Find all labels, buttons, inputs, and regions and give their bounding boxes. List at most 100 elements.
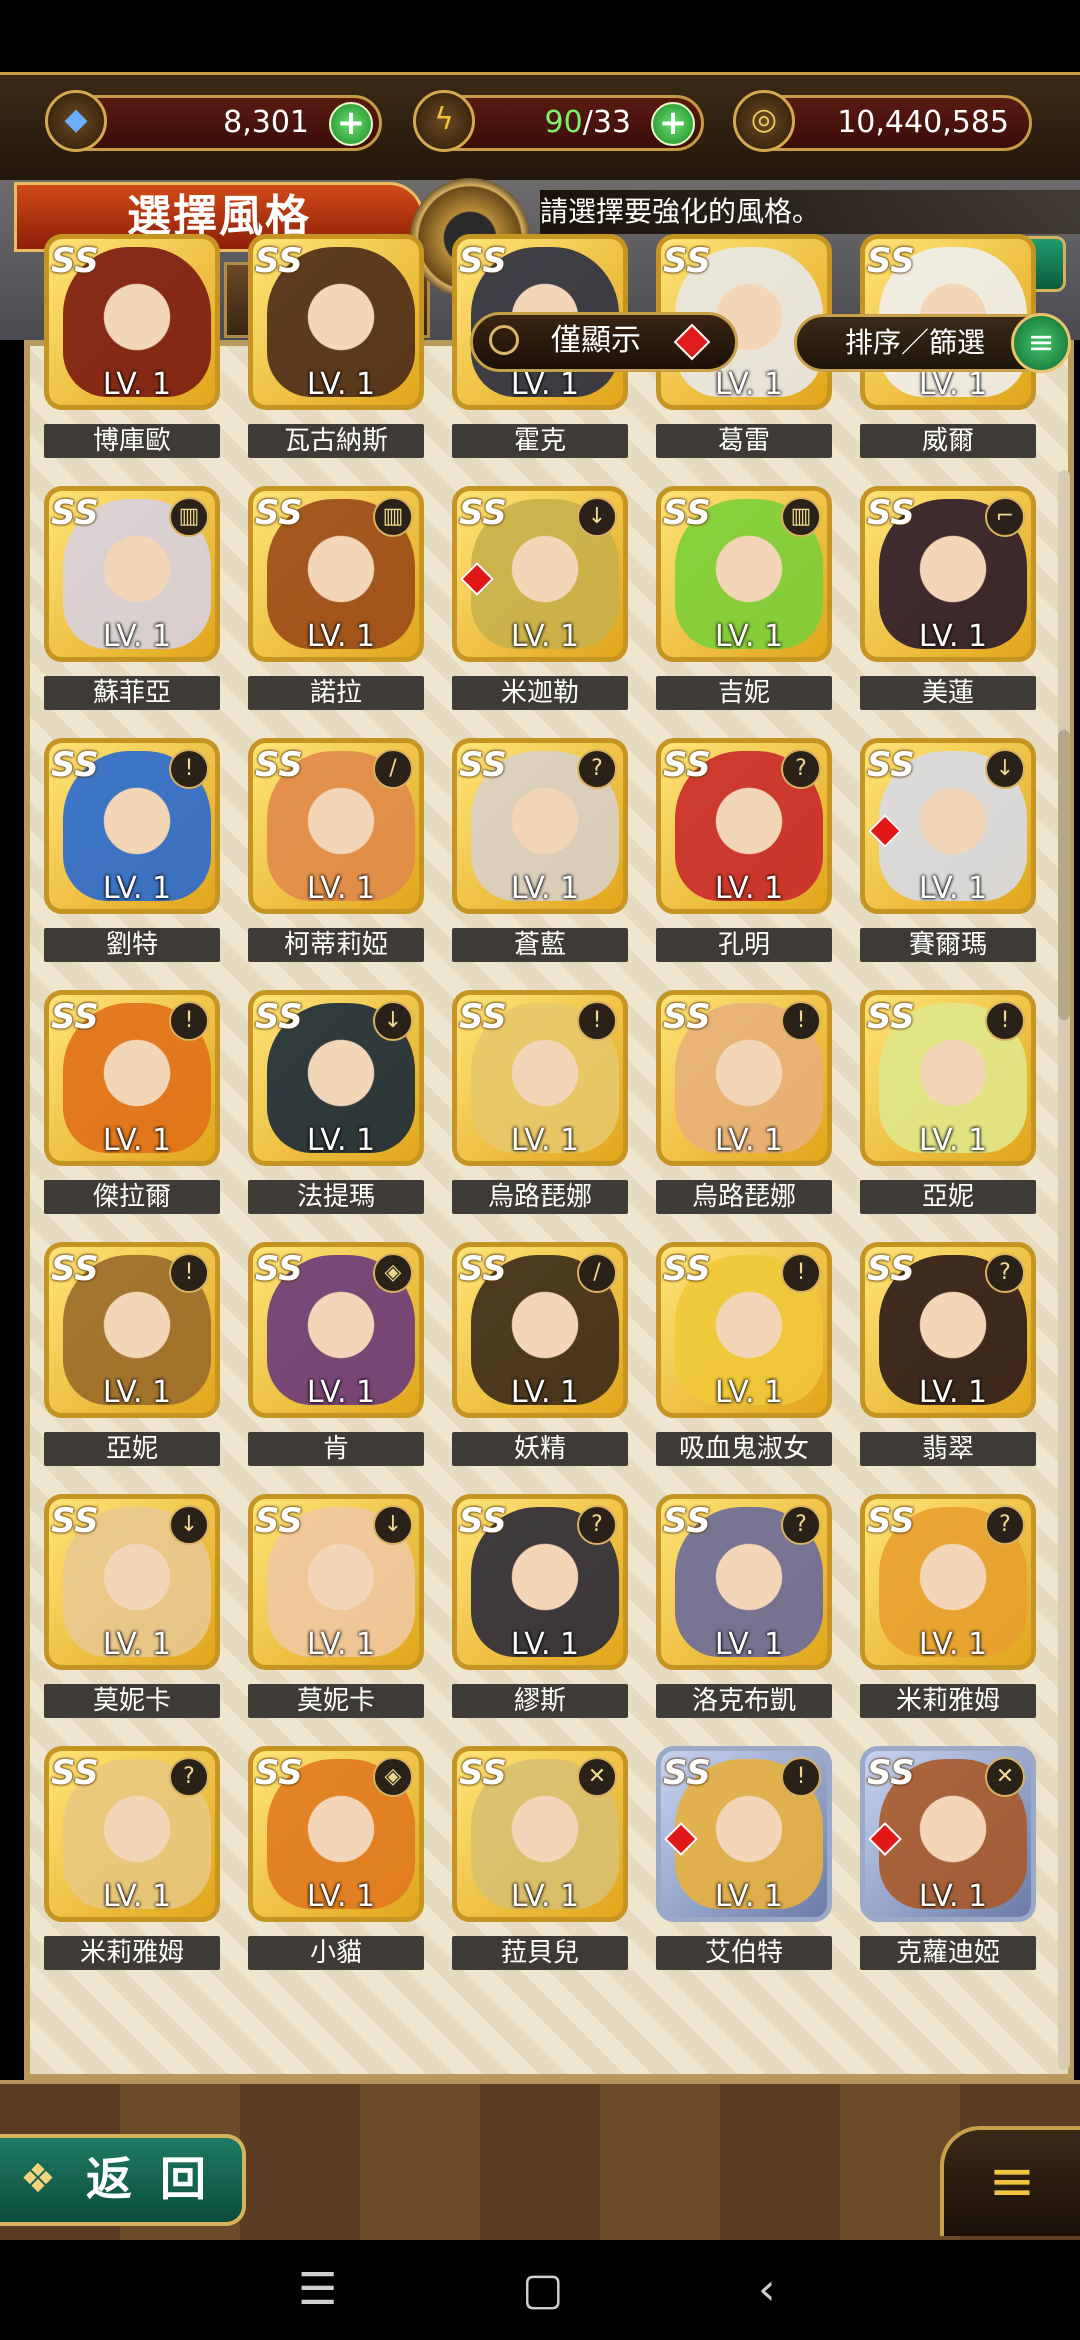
character-portrait[interactable]: SS? LV. 1 xyxy=(44,1746,220,1922)
gem-counter: ◆ 8,301 + xyxy=(45,90,382,152)
level-label: LV. 1 xyxy=(510,1375,580,1410)
rank-badge: SS xyxy=(867,493,915,533)
character-portrait[interactable]: SS ▥ LV. 1 xyxy=(44,486,220,662)
add-gems-button[interactable]: + xyxy=(329,102,373,146)
rank-badge: SS xyxy=(459,745,507,785)
character-portrait[interactable]: SS LV. 1 xyxy=(44,234,220,410)
character-name: 菈貝兒 xyxy=(452,1936,628,1970)
radio-ring-icon xyxy=(489,325,519,355)
rank-badge: SS xyxy=(867,745,915,785)
character-portrait[interactable]: SS! LV. 1 xyxy=(860,990,1036,1166)
rank-badge: SS xyxy=(255,1753,303,1793)
character-portrait[interactable]: SS / LV. 1 xyxy=(452,1242,628,1418)
character-portrait[interactable]: SS ↓ LV. 1 xyxy=(860,738,1036,914)
weapon-class-icon: / xyxy=(577,1253,617,1293)
character-portrait[interactable]: SS! LV. 1 xyxy=(44,1242,220,1418)
level-label: LV. 1 xyxy=(306,871,376,906)
rank-badge: SS xyxy=(867,1753,915,1793)
character-portrait[interactable]: SS LV. 1 xyxy=(248,234,424,410)
character-portrait[interactable]: SS? LV. 1 xyxy=(452,1494,628,1670)
weapon-class-icon: ✕ xyxy=(577,1757,617,1797)
level-label: LV. 1 xyxy=(714,1879,784,1914)
level-label: LV. 1 xyxy=(714,1123,784,1158)
character-portrait[interactable]: SS ↓ LV. 1 xyxy=(248,1494,424,1670)
only-show-filter[interactable]: 僅顯示 xyxy=(470,312,738,372)
character-name: 傑拉爾 xyxy=(44,1180,220,1214)
character-name: 克蘿迪婭 xyxy=(860,1936,1036,1970)
level-label: LV. 1 xyxy=(510,619,580,654)
instruction-text: 請選擇要強化的風格。 xyxy=(540,190,1080,234)
weapon-class-icon: ? xyxy=(169,1757,209,1797)
character-portrait[interactable]: SS! LV. 1 xyxy=(656,1242,832,1418)
character-name: 肯 xyxy=(248,1432,424,1466)
main-menu-button[interactable]: ≡ xyxy=(940,2126,1080,2236)
character-name: 莫妮卡 xyxy=(248,1684,424,1718)
character-name: 米莉雅姆 xyxy=(44,1936,220,1970)
character-portrait[interactable]: SS? LV. 1 xyxy=(656,1494,832,1670)
character-portrait[interactable]: SS ⌐ LV. 1 xyxy=(860,486,1036,662)
weapon-class-icon: / xyxy=(373,749,413,789)
rank-badge: SS xyxy=(51,493,99,533)
weapon-class-icon: ↓ xyxy=(985,749,1025,789)
home-icon[interactable]: ▢ xyxy=(522,2262,564,2318)
character-portrait[interactable]: SS ▥ LV. 1 xyxy=(656,486,832,662)
character-name: 諾拉 xyxy=(248,676,424,710)
stamina-counter: ϟ 90/33 + xyxy=(413,90,704,152)
character-portrait[interactable]: SS? LV. 1 xyxy=(452,738,628,914)
weapon-class-icon: ! xyxy=(781,1757,821,1797)
rank-badge: SS xyxy=(663,997,711,1037)
gold-counter: ◎ 10,440,585 xyxy=(733,90,1032,152)
recents-icon[interactable]: ☰ xyxy=(298,2262,337,2318)
character-portrait[interactable]: SS! LV. 1 xyxy=(656,990,832,1166)
character-portrait[interactable]: SS ↓ LV. 1 xyxy=(248,990,424,1166)
character-portrait[interactable]: SS? LV. 1 xyxy=(656,738,832,914)
character-portrait[interactable]: SS! LV. 1 xyxy=(656,1746,832,1922)
only-show-label: 僅顯示 xyxy=(551,323,641,358)
level-label: LV. 1 xyxy=(918,619,988,654)
level-label: LV. 1 xyxy=(510,1879,580,1914)
back-label: 返 回 xyxy=(86,2152,213,2206)
nav-back-icon[interactable]: ‹ xyxy=(758,2262,776,2318)
character-portrait[interactable]: SS? LV. 1 xyxy=(860,1494,1036,1670)
character-name: 吉妮 xyxy=(656,676,832,710)
level-label: LV. 1 xyxy=(306,1123,376,1158)
weapon-class-icon: ! xyxy=(577,1001,617,1041)
character-portrait[interactable]: SS! LV. 1 xyxy=(44,738,220,914)
rank-badge: SS xyxy=(867,997,915,1037)
character-portrait[interactable]: SS ◈ LV. 1 xyxy=(248,1242,424,1418)
stamina-current: 90 xyxy=(544,105,583,140)
character-portrait[interactable]: SS ◈ LV. 1 xyxy=(248,1746,424,1922)
stamina-max: /33 xyxy=(582,105,631,140)
weapon-class-icon: ↓ xyxy=(373,1505,413,1545)
rank-badge: SS xyxy=(255,1249,303,1289)
level-label: LV. 1 xyxy=(510,1123,580,1158)
character-portrait[interactable]: SS ↓ LV. 1 xyxy=(452,486,628,662)
character-portrait[interactable]: SS ▥ LV. 1 xyxy=(248,486,424,662)
level-label: LV. 1 xyxy=(306,367,376,402)
character-portrait[interactable]: SS ↓ LV. 1 xyxy=(44,1494,220,1670)
character-name: 洛克布凱 xyxy=(656,1684,832,1718)
character-portrait[interactable]: SS! LV. 1 xyxy=(452,990,628,1166)
character-name: 美蓮 xyxy=(860,676,1036,710)
scrollbar-thumb[interactable] xyxy=(1058,730,1070,1020)
rank-badge: SS xyxy=(255,493,303,533)
rank-badge: SS xyxy=(867,241,915,281)
character-portrait[interactable]: SS ✕ LV. 1 xyxy=(860,1746,1036,1922)
level-label: LV. 1 xyxy=(102,1879,172,1914)
character-portrait[interactable]: SS? LV. 1 xyxy=(860,1242,1036,1418)
add-stamina-button[interactable]: + xyxy=(651,102,695,146)
character-portrait[interactable]: SS / LV. 1 xyxy=(248,738,424,914)
weapon-class-icon: ? xyxy=(781,749,821,789)
level-label: LV. 1 xyxy=(714,619,784,654)
character-portrait[interactable]: SS! LV. 1 xyxy=(44,990,220,1166)
list-menu-icon[interactable]: ≡ xyxy=(1011,313,1071,373)
sort-filter-button[interactable]: 排序／篩選 ≡ xyxy=(794,313,1071,373)
weapon-class-icon: ▥ xyxy=(781,497,821,537)
rank-badge: SS xyxy=(459,493,507,533)
red-diamond-icon xyxy=(673,323,711,361)
character-portrait[interactable]: SS ✕ LV. 1 xyxy=(452,1746,628,1922)
weapon-class-icon: ↓ xyxy=(577,497,617,537)
sort-filter-label: 排序／篩選 xyxy=(845,326,986,359)
scrollbar-track[interactable] xyxy=(1058,470,1070,2070)
back-button[interactable]: ❖ 返 回 xyxy=(0,2134,246,2226)
